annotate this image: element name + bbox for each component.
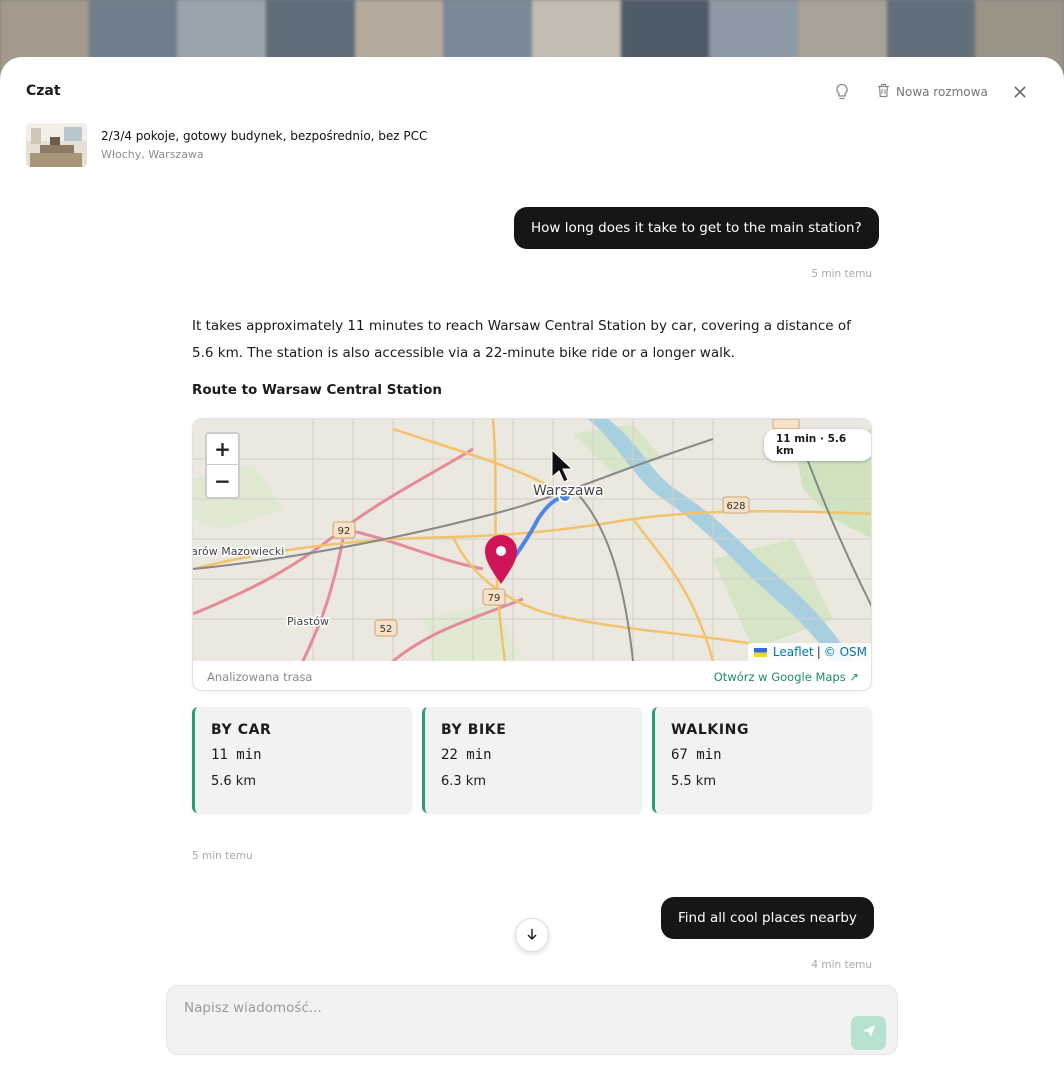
ukraine-flag-icon (753, 647, 767, 657)
travel-mode-duration: 67 min (671, 747, 722, 763)
travel-mode-card-car: BY CAR 11 min 5.6 km (192, 707, 412, 813)
user-message-bubble: How long does it take to get to the main… (514, 207, 879, 249)
road-label-628: 628 (726, 501, 745, 512)
map-attribution: Leaflet | © OSM (747, 643, 871, 661)
close-icon[interactable] (1011, 83, 1029, 101)
attribution-separator: | (816, 645, 821, 659)
listing-location: Włochy, Warszawa (101, 148, 204, 161)
arrow-down-icon (525, 926, 539, 945)
map-zoom-control: + − (205, 432, 240, 499)
travel-mode-distance: 6.3 km (441, 774, 486, 789)
road-label-52: 52 (380, 624, 393, 635)
map-label-west: arów Mazowiecki (193, 545, 284, 558)
road-label-92: 92 (338, 526, 351, 537)
travel-mode-card-bike: BY BIKE 22 min 6.3 km (422, 707, 642, 813)
message-timestamp: 5 min temu (192, 850, 253, 862)
listing-title: 2/3/4 pokoje, gotowy budynek, bezpośredn… (101, 129, 428, 143)
chat-header: Czat Nowa rozmowa (0, 57, 1064, 117)
route-map[interactable]: 92 79 52 628 Warszawa arów Mazowiecki Pi… (193, 419, 871, 661)
send-button[interactable] (851, 1016, 886, 1050)
chat-title: Czat (26, 83, 61, 99)
road-label-79: 79 (488, 593, 501, 604)
travel-mode-duration: 11 min (211, 747, 262, 763)
trash-icon (877, 83, 890, 101)
route-map-card: 92 79 52 628 Warszawa arów Mazowiecki Pi… (192, 418, 872, 691)
travel-mode-duration: 22 min (441, 747, 492, 763)
listing-thumbnail (26, 123, 87, 167)
zoom-out-button[interactable]: − (207, 465, 238, 496)
travel-mode-distance: 5.6 km (211, 774, 256, 789)
send-icon (861, 1023, 877, 1043)
route-summary-pill: 11 min · 5.6 km (764, 429, 871, 461)
travel-mode-title: BY CAR (211, 722, 272, 738)
leaflet-link[interactable]: Leaflet (773, 645, 814, 659)
lightbulb-icon[interactable] (834, 83, 850, 101)
osm-link[interactable]: © OSM (824, 645, 867, 659)
chat-modal: Czat Nowa rozmowa 2/3/4 pokoje, gotowy b… (0, 57, 1064, 1080)
assistant-message-text: It takes approximately 11 minutes to rea… (192, 318, 851, 361)
listing-summary[interactable]: 2/3/4 pokoje, gotowy budynek, bezpośredn… (26, 123, 427, 167)
message-composer (166, 985, 898, 1055)
travel-mode-title: WALKING (671, 722, 750, 738)
travel-mode-cards: BY CAR 11 min 5.6 km BY BIKE 22 min 6.3 … (192, 707, 872, 813)
map-label-piastow: Piastów (287, 615, 329, 628)
scroll-down-button[interactable] (515, 918, 549, 952)
message-input[interactable] (184, 1000, 824, 1016)
map-footer-label: Analizowana trasa (207, 669, 313, 684)
new-chat-label: Nowa rozmowa (896, 85, 988, 99)
route-title: Route to Warsaw Central Station (192, 382, 442, 398)
map-footer: Analizowana trasa Otwórz w Google Maps ↗ (193, 661, 871, 690)
message-timestamp: 5 min temu (811, 268, 872, 280)
message-timestamp: 4 min temu (811, 959, 872, 971)
travel-mode-title: BY BIKE (441, 722, 507, 738)
map-label-warszawa: Warszawa (533, 483, 604, 499)
new-chat-button[interactable]: Nowa rozmowa (877, 83, 988, 101)
travel-mode-distance: 5.5 km (671, 774, 716, 789)
travel-mode-card-walking: WALKING 67 min 5.5 km (652, 707, 872, 813)
open-google-maps-link[interactable]: Otwórz w Google Maps ↗ (714, 670, 859, 684)
zoom-in-button[interactable]: + (207, 434, 238, 465)
user-message-bubble: Find all cool places nearby (661, 897, 874, 939)
